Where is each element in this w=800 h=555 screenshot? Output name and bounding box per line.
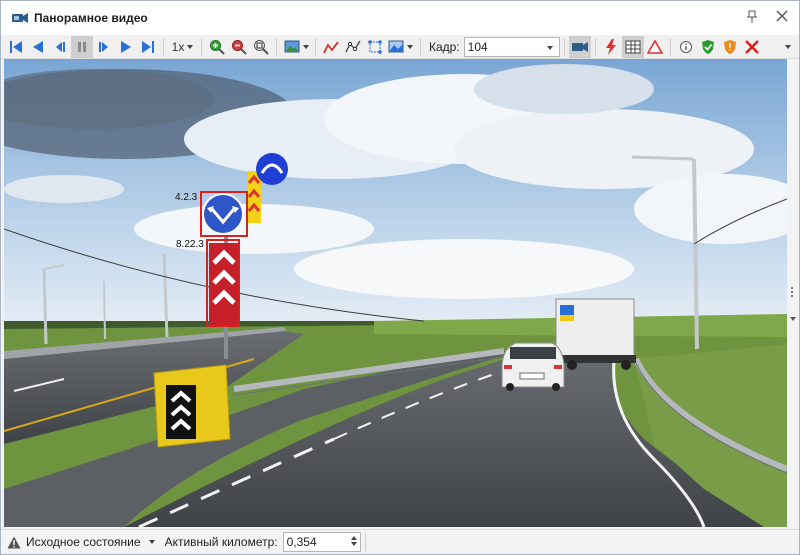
frame-value: 104 [467,39,488,54]
camera-icon[interactable] [569,35,592,58]
landscape-icon[interactable] [386,36,416,58]
title-bar: Панорамное видео [1,1,799,35]
chevron-down-icon [187,44,194,49]
chevron-down-icon [148,540,155,544]
toolbar-separator [315,37,317,56]
zoom-in-icon[interactable] [206,36,228,58]
frame-label: Кадр: [428,39,460,54]
detection-box-8-22-3[interactable] [206,239,240,327]
toolbar-separator [595,37,597,56]
sign-label-8-22-3: 8.22.3 [176,239,204,250]
pause-icon[interactable] [70,35,93,58]
chevron-down-icon [302,44,309,49]
red-cross-icon[interactable] [741,36,763,58]
spin-up-icon[interactable] [350,536,357,540]
state-dropdown[interactable]: Исходное состояние [7,535,155,549]
chevron-down-icon [785,44,792,49]
status-bar: Исходное состояние Активный километр: 0,… [1,529,799,554]
polyline-icon[interactable] [342,36,364,58]
spin-down-icon[interactable] [350,542,357,546]
window-title: Панорамное видео [34,11,148,25]
active-km-label: Активный километр: [164,535,278,549]
chevron-down-icon[interactable] [790,317,796,321]
zoom-fit-icon[interactable] [250,36,272,58]
panoramic-video-window: Панорамное видео 1x Кадр: 104 4.2.3 8.22… [0,0,800,555]
frame-combo[interactable]: 104 [463,36,561,57]
road-scene-image [4,59,787,527]
play-icon[interactable] [115,36,137,58]
pin-icon[interactable] [745,10,759,24]
sign-label-4-2-3: 4.2.3 [175,192,198,203]
video-camera-icon [12,13,28,23]
splitter-grip[interactable] [791,287,795,297]
route-icon[interactable] [320,36,342,58]
first-frame-icon[interactable] [5,36,27,58]
toolbar: 1x Кадр: 104 [1,35,799,59]
close-icon[interactable] [775,10,789,24]
orange-shield-icon[interactable] [719,36,741,58]
km-spinner[interactable] [350,534,358,550]
toolbar-separator [564,37,566,56]
detection-box-4-2-3[interactable] [200,191,248,237]
lightning-icon[interactable] [600,36,622,58]
active-km-value: 0,354 [286,535,317,549]
status-separator [364,533,366,551]
chevron-down-icon [547,45,554,50]
step-forward-icon[interactable] [93,36,115,58]
toolbar-separator [419,37,421,56]
previous-frame-icon[interactable] [27,36,49,58]
active-km-input[interactable]: 0,354 [282,532,361,552]
toolbar-separator [276,37,278,56]
warning-icon [7,536,21,548]
zoom-out-icon[interactable] [228,36,250,58]
green-shield-icon[interactable] [697,36,719,58]
triangle-warning-icon[interactable] [644,36,666,58]
table-icon[interactable] [622,35,645,58]
image-settings-icon[interactable] [281,36,311,58]
info-icon[interactable] [675,36,697,58]
toolbar-separator [162,37,164,56]
speed-dropdown[interactable]: 1x [168,40,198,54]
speed-value: 1x [171,39,185,54]
toolbar-separator [670,37,672,56]
toolbar-overflow-button[interactable] [777,36,799,58]
panorama-view[interactable]: 4.2.3 8.22.3 [4,59,787,527]
edit-points-icon[interactable] [364,36,386,58]
chevron-down-icon [407,44,414,49]
state-text: Исходное состояние [26,535,141,549]
last-frame-icon[interactable] [137,36,159,58]
step-back-icon[interactable] [49,36,71,58]
toolbar-separator [201,37,203,56]
